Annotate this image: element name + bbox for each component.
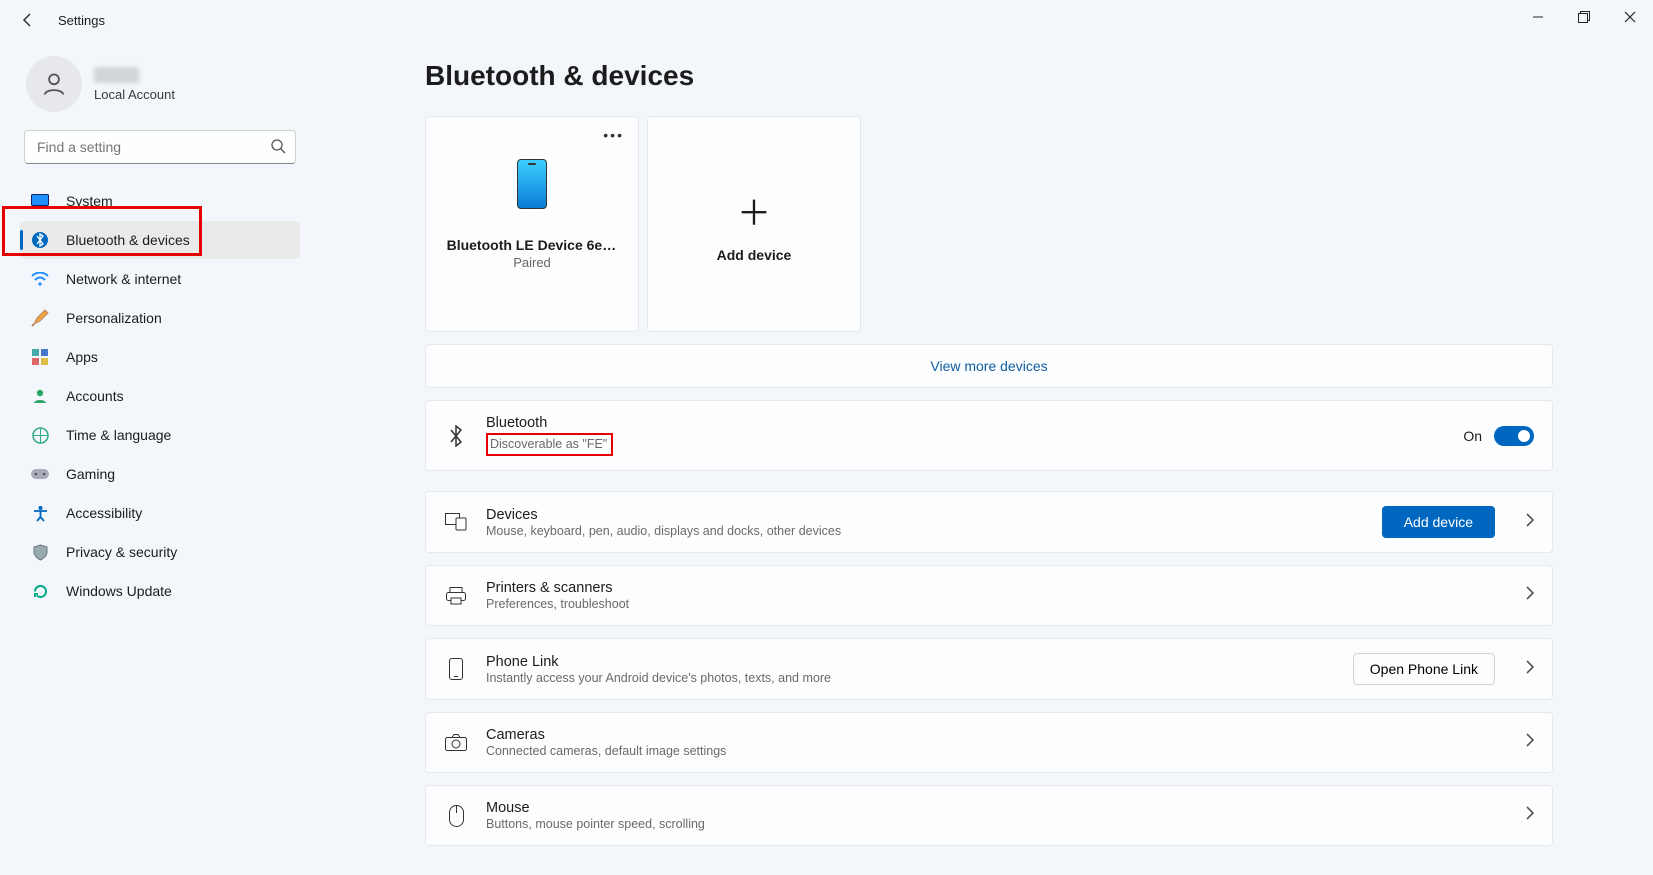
paintbrush-icon <box>30 308 50 328</box>
sidebar-item-label: Personalization <box>66 310 162 326</box>
minimize-button[interactable] <box>1515 0 1561 34</box>
user-name-redacted <box>94 67 139 83</box>
accessibility-icon <box>30 503 50 523</box>
sidebar-item-gaming[interactable]: Gaming <box>20 455 300 493</box>
phone-link-row[interactable]: Phone Link Instantly access your Android… <box>425 638 1553 700</box>
bluetooth-outline-icon <box>444 425 468 447</box>
apps-icon <box>30 347 50 367</box>
gamepad-icon <box>30 464 50 484</box>
sidebar: Local Account System Bluetooth & devices… <box>0 40 320 875</box>
sidebar-item-label: Time & language <box>66 427 171 443</box>
plus-icon: ＋ <box>737 186 771 235</box>
cameras-row[interactable]: Cameras Connected cameras, default image… <box>425 712 1553 773</box>
system-icon <box>30 191 50 211</box>
search-box[interactable] <box>24 130 296 164</box>
close-button[interactable] <box>1607 0 1653 34</box>
bluetooth-toggle-row: Bluetooth Discoverable as "FE" On <box>425 400 1553 471</box>
bluetooth-toggle[interactable] <box>1494 426 1534 446</box>
row-subtitle: Preferences, troubleshoot <box>486 597 629 611</box>
sidebar-item-time-language[interactable]: Time & language <box>20 416 300 454</box>
bluetooth-icon <box>30 230 50 250</box>
sidebar-item-privacy[interactable]: Privacy & security <box>20 533 300 571</box>
sidebar-item-accounts[interactable]: Accounts <box>20 377 300 415</box>
device-name: Bluetooth LE Device 6ea... <box>437 237 628 253</box>
sidebar-item-accessibility[interactable]: Accessibility <box>20 494 300 532</box>
sidebar-item-label: Privacy & security <box>66 544 177 560</box>
devices-icon <box>444 513 468 531</box>
user-account-type: Local Account <box>94 87 175 102</box>
row-title: Cameras <box>486 727 726 743</box>
sidebar-item-windows-update[interactable]: Windows Update <box>20 572 300 610</box>
row-title: Devices <box>486 507 841 523</box>
update-icon <box>30 581 50 601</box>
user-header[interactable]: Local Account <box>20 52 300 126</box>
avatar <box>26 56 82 112</box>
annotation-highlight-discoverable: Discoverable as "FE" <box>486 433 613 456</box>
row-subtitle: Buttons, mouse pointer speed, scrolling <box>486 817 705 831</box>
chevron-right-icon <box>1525 806 1534 825</box>
sidebar-item-label: Accounts <box>66 388 124 404</box>
sidebar-item-label: Windows Update <box>66 583 172 599</box>
row-subtitle: Mouse, keyboard, pen, audio, displays an… <box>486 524 841 538</box>
row-title: Phone Link <box>486 654 831 670</box>
window-title: Settings <box>58 13 105 28</box>
device-status: Paired <box>513 255 551 270</box>
devices-row[interactable]: Devices Mouse, keyboard, pen, audio, dis… <box>425 491 1553 553</box>
view-more-devices-link[interactable]: View more devices <box>425 344 1553 388</box>
shield-icon <box>30 542 50 562</box>
chevron-right-icon <box>1525 586 1534 605</box>
chevron-right-icon <box>1525 660 1534 679</box>
content-area: Bluetooth & devices ••• Bluetooth LE Dev… <box>320 40 1653 875</box>
bluetooth-subtitle: Discoverable as "FE" <box>490 437 607 451</box>
sidebar-item-label: Apps <box>66 349 98 365</box>
titlebar: Settings <box>0 0 1653 40</box>
chevron-right-icon <box>1525 733 1534 752</box>
open-phone-link-button[interactable]: Open Phone Link <box>1353 653 1495 685</box>
bluetooth-state-label: On <box>1463 428 1482 444</box>
row-subtitle: Connected cameras, default image setting… <box>486 744 726 758</box>
row-subtitle: Instantly access your Android device's p… <box>486 671 831 685</box>
sidebar-item-label: Bluetooth & devices <box>66 232 190 248</box>
sidebar-item-network[interactable]: Network & internet <box>20 260 300 298</box>
printers-row[interactable]: Printers & scanners Preferences, trouble… <box>425 565 1553 626</box>
add-device-button[interactable]: Add device <box>1382 506 1495 538</box>
row-title: Printers & scanners <box>486 580 629 596</box>
sidebar-item-label: Accessibility <box>66 505 142 521</box>
sidebar-item-label: Network & internet <box>66 271 181 287</box>
row-title: Mouse <box>486 800 705 816</box>
mouse-row[interactable]: Mouse Buttons, mouse pointer speed, scro… <box>425 785 1553 846</box>
sidebar-item-bluetooth-devices[interactable]: Bluetooth & devices <box>20 221 300 259</box>
person-icon <box>30 386 50 406</box>
sidebar-item-apps[interactable]: Apps <box>20 338 300 376</box>
chevron-right-icon <box>1525 513 1534 532</box>
sidebar-item-personalization[interactable]: Personalization <box>20 299 300 337</box>
search-input[interactable] <box>24 130 296 164</box>
maximize-button[interactable] <box>1561 0 1607 34</box>
phone-icon <box>517 159 547 209</box>
window-controls <box>1515 0 1653 34</box>
mouse-icon <box>444 805 468 827</box>
wifi-icon <box>30 269 50 289</box>
paired-device-card[interactable]: ••• Bluetooth LE Device 6ea... Paired <box>425 116 639 332</box>
page-title: Bluetooth & devices <box>425 60 1553 92</box>
back-button[interactable] <box>12 4 44 36</box>
camera-icon <box>444 734 468 751</box>
more-icon[interactable]: ••• <box>603 127 624 143</box>
view-more-label: View more devices <box>930 358 1047 374</box>
sidebar-item-label: System <box>66 193 113 209</box>
bluetooth-title: Bluetooth <box>486 415 613 431</box>
add-device-card[interactable]: ＋ Add device <box>647 116 861 332</box>
printer-icon <box>444 587 468 605</box>
globe-clock-icon <box>30 425 50 445</box>
phone-icon <box>444 658 468 680</box>
sidebar-item-label: Gaming <box>66 466 115 482</box>
search-icon <box>270 138 286 159</box>
sidebar-item-system[interactable]: System <box>20 182 300 220</box>
add-device-label: Add device <box>717 247 792 263</box>
